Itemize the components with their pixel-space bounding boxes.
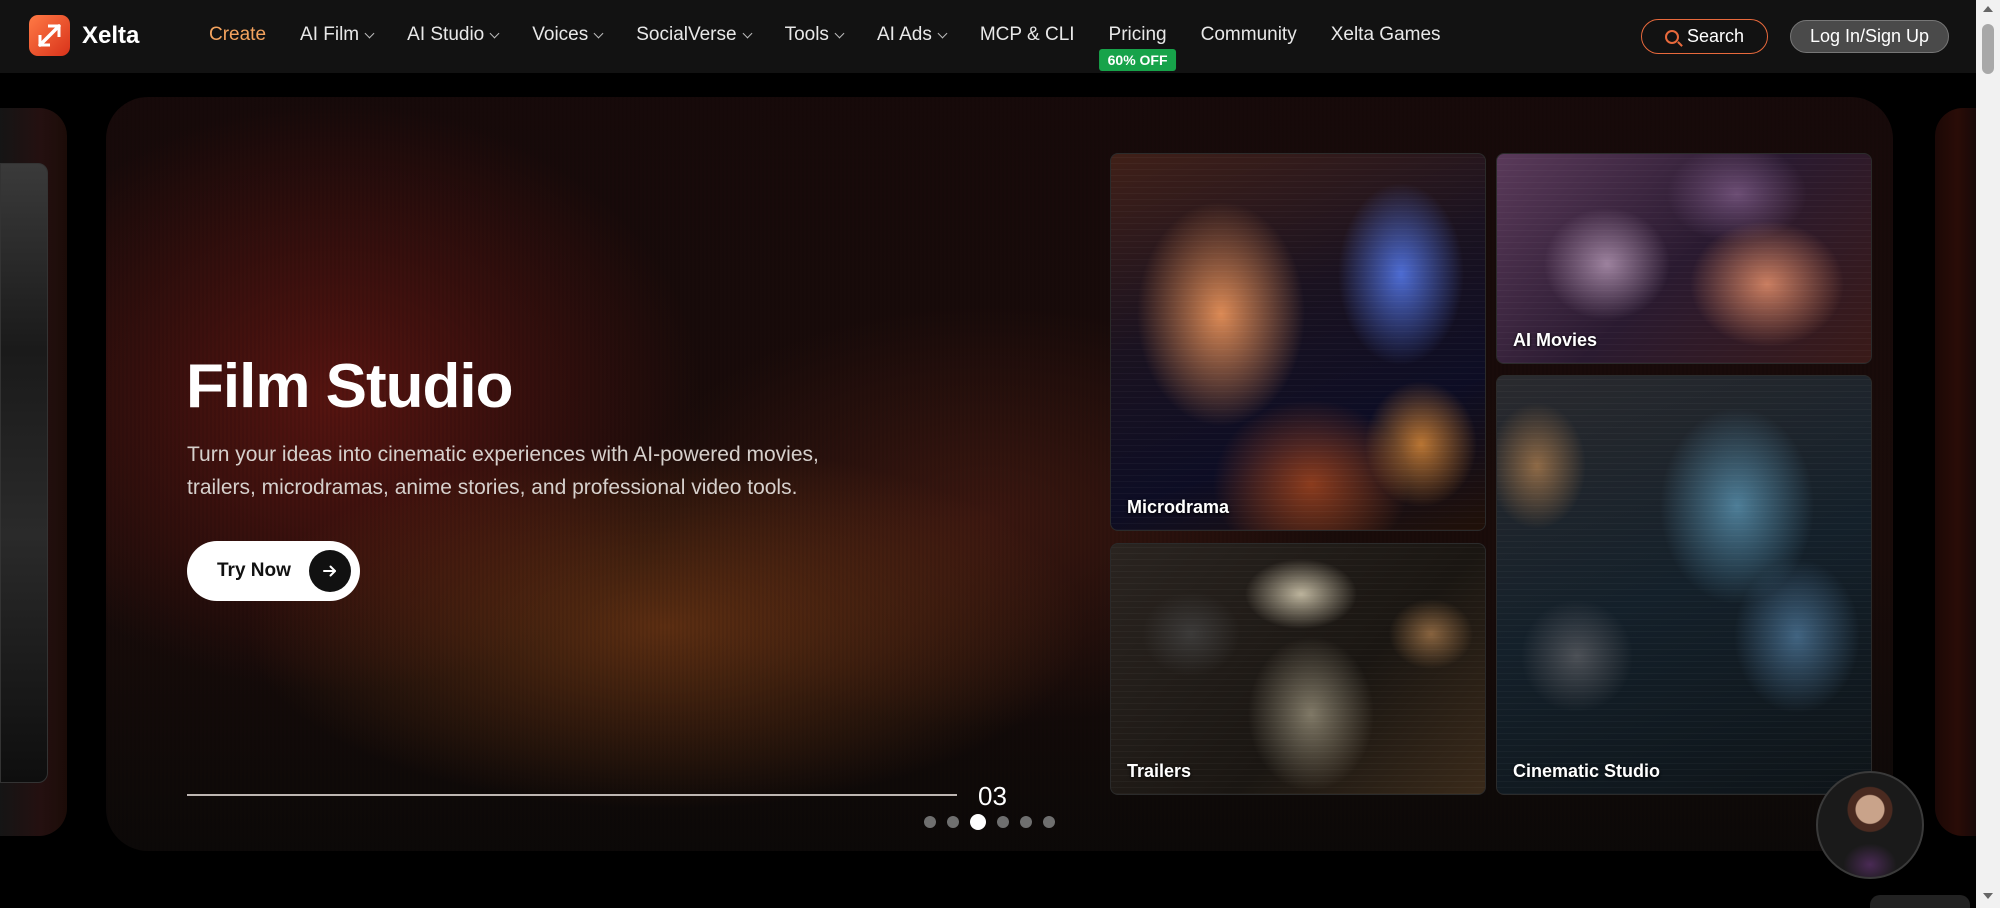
slide-number: 03	[978, 781, 1007, 811]
chevron-down-icon	[937, 28, 948, 38]
tile-image	[1111, 154, 1485, 530]
tile-trailers[interactable]: Trailers	[1110, 543, 1486, 795]
carousel-dots	[924, 814, 1055, 830]
brand-name: Xelta	[82, 21, 140, 49]
nav-xelta-games-label: Xelta Games	[1330, 24, 1441, 45]
nav-ai-studio-label: AI Studio	[407, 24, 485, 45]
search-icon	[1664, 29, 1679, 44]
next-slide-peek[interactable]	[1935, 108, 1980, 836]
search-button[interactable]: Search	[1641, 19, 1768, 54]
nav-mcp-cli[interactable]: MCP & CLI	[963, 0, 1092, 70]
xelta-logo-icon	[29, 15, 70, 56]
nav-ai-ads-label: AI Ads	[876, 24, 932, 45]
arrow-right-icon	[309, 550, 351, 592]
nav-pricing[interactable]: Pricing 60% OFF	[1092, 0, 1184, 71]
carousel-dot-1[interactable]	[924, 816, 936, 828]
carousel-dot-4[interactable]	[997, 816, 1009, 828]
scroll-thumb[interactable]	[1982, 24, 1994, 74]
tile-microdrama[interactable]: Microdrama	[1110, 153, 1486, 531]
try-now-button[interactable]: Try Now	[187, 541, 360, 601]
nav-pricing-label: Pricing	[1108, 24, 1167, 45]
main-nav: Create AI Film AI Studio Voices SocialVe…	[192, 0, 1458, 71]
chevron-down-icon	[834, 28, 845, 38]
nav-voices[interactable]: Voices	[515, 0, 619, 70]
nav-create[interactable]: Create	[192, 0, 283, 70]
nav-xelta-games[interactable]: Xelta Games	[1314, 0, 1458, 70]
nav-ai-film[interactable]: AI Film	[283, 0, 390, 70]
tile-image	[1111, 544, 1485, 794]
carousel-dot-5[interactable]	[1020, 816, 1032, 828]
nav-socialverse-label: SocialVerse	[636, 24, 737, 45]
chevron-down-icon	[742, 28, 753, 38]
nav-mcp-cli-label: MCP & CLI	[979, 24, 1075, 45]
tile-ai-movies[interactable]: AI Movies	[1496, 153, 1872, 364]
previous-slide-peek[interactable]	[0, 108, 67, 836]
chevron-down-icon	[593, 28, 604, 38]
nav-ai-film-label: AI Film	[300, 24, 360, 45]
nav-create-label: Create	[209, 24, 267, 45]
nav-community[interactable]: Community	[1184, 0, 1314, 70]
tile-trailers-label: Trailers	[1127, 761, 1192, 781]
carousel-dot-6[interactable]	[1043, 816, 1055, 828]
carousel-dot-3[interactable]	[970, 814, 986, 830]
chevron-down-icon	[364, 28, 375, 38]
nav-tools[interactable]: Tools	[768, 0, 860, 70]
login-signup-button[interactable]: Log In/Sign Up	[1790, 20, 1949, 53]
tile-microdrama-label: Microdrama	[1127, 497, 1230, 517]
nav-ai-ads[interactable]: AI Ads	[860, 0, 963, 70]
scroll-down-arrow-icon[interactable]	[1983, 893, 1993, 899]
top-navbar: Xelta Create AI Film AI Studio Voices So…	[0, 0, 1976, 73]
nav-ai-studio[interactable]: AI Studio	[390, 0, 515, 70]
assistant-avatar[interactable]	[1816, 771, 1924, 879]
brand[interactable]: Xelta	[29, 15, 139, 56]
previous-slide-image	[0, 163, 48, 783]
carousel-dot-2[interactable]	[947, 816, 959, 828]
hero-title: Film Studio	[186, 352, 514, 421]
tile-cinematic-studio[interactable]: Cinematic Studio	[1496, 375, 1872, 795]
nav-voices-label: Voices	[532, 24, 589, 45]
discount-badge: 60% OFF	[1098, 49, 1177, 71]
tile-image	[1497, 376, 1871, 794]
chevron-down-icon	[489, 28, 500, 38]
try-now-label: Try Now	[217, 560, 291, 581]
bottom-floating-element	[1870, 895, 1970, 908]
nav-tools-label: Tools	[784, 24, 829, 45]
search-label: Search	[1686, 26, 1745, 46]
page-scrollbar[interactable]	[1976, 0, 2000, 908]
nav-community-label: Community	[1200, 24, 1297, 45]
hero-description: Turn your ideas into cinematic experienc…	[187, 443, 819, 499]
tile-ai-movies-label: AI Movies	[1513, 330, 1598, 350]
scroll-up-arrow-icon[interactable]	[1983, 6, 1993, 12]
tile-cinematic-studio-label: Cinematic Studio	[1513, 761, 1661, 781]
slide-progress-bar	[187, 794, 957, 796]
nav-socialverse[interactable]: SocialVerse	[619, 0, 767, 70]
